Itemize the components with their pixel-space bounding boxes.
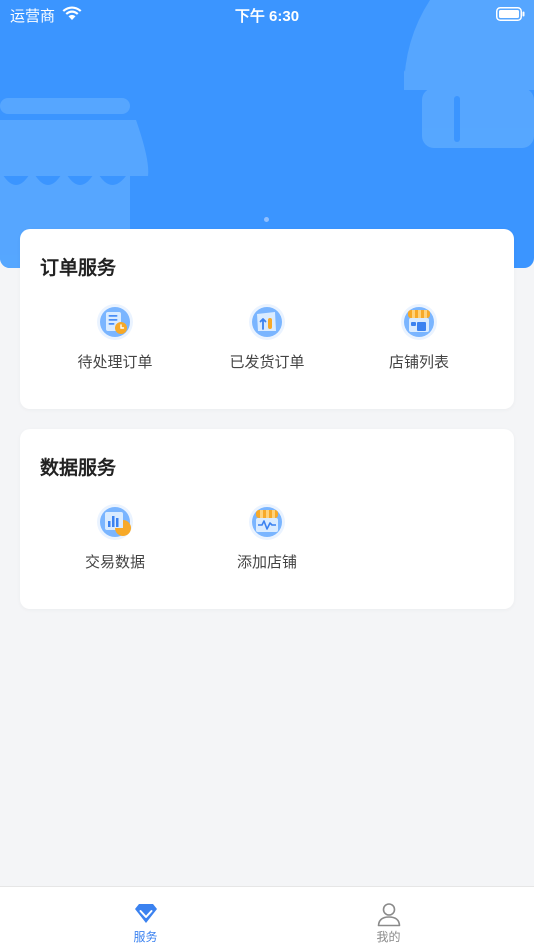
service-label-store-list: 店铺列表	[388, 353, 449, 371]
service-label-pending-orders: 待处理订单	[77, 353, 153, 371]
data-service-title: 数据服务	[40, 457, 117, 479]
service-label-shipped-orders: 已发货订单	[229, 353, 305, 371]
service-item-transaction-data[interactable]: 交易数据	[45, 503, 185, 572]
add-store-icon	[249, 504, 285, 540]
user-icon	[377, 903, 400, 927]
diamond-icon	[134, 904, 157, 923]
service-item-shipped-orders[interactable]: 已发货订单	[197, 303, 337, 372]
status-time: 下午 6:30	[234, 8, 300, 25]
store-illustration	[0, 0, 534, 268]
service-label-transaction-data: 交易数据	[84, 553, 145, 571]
service-item-add-store[interactable]: 添加店铺	[197, 503, 337, 572]
tab-service-label: 服务	[133, 930, 158, 944]
service-item-pending-orders[interactable]: 待处理订单	[45, 303, 185, 372]
order-service-card: 订单服务 待处理订单 已发货订单 店铺列表	[20, 229, 514, 409]
status-bar: 运营商 下午 6:30	[0, 0, 534, 28]
service-item-store-list[interactable]: 店铺列表	[349, 303, 489, 372]
pending-orders-icon	[97, 304, 133, 340]
tab-bar: 服务 我的	[0, 886, 534, 950]
store-list-icon	[401, 304, 437, 340]
tab-mine-label: 我的	[376, 930, 401, 944]
order-service-title: 订单服务	[40, 257, 117, 279]
battery-icon	[496, 7, 525, 25]
hero-banner[interactable]	[0, 0, 534, 268]
shipped-orders-icon	[249, 304, 285, 340]
service-label-add-store: 添加店铺	[236, 553, 297, 571]
transaction-data-icon	[97, 504, 133, 540]
tab-service[interactable]: 服务	[12, 887, 279, 950]
carousel-indicator-dot	[264, 217, 269, 222]
data-service-card: 数据服务 交易数据 添加店铺	[20, 429, 514, 609]
tab-mine[interactable]: 我的	[255, 887, 522, 950]
app-screen: 运营商 下午 6:30 订单服务 待处理订单 已发货订单 店铺列表 数据服务 交…	[0, 0, 534, 950]
